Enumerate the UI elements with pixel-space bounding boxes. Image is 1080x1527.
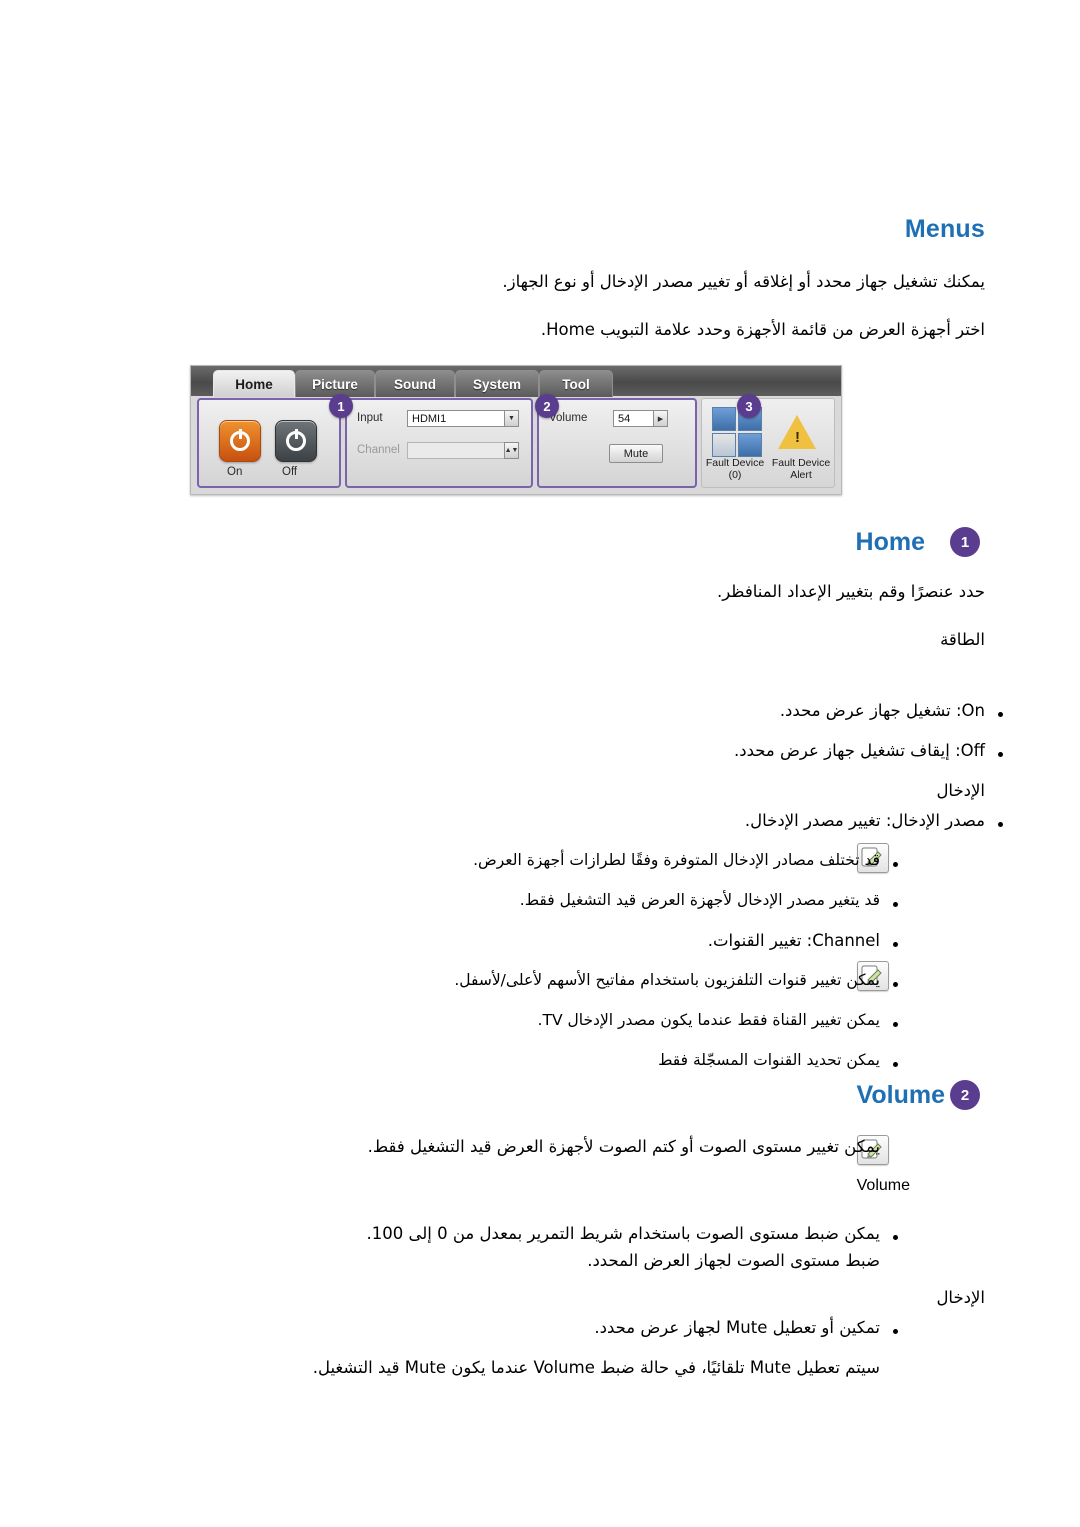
channel-field[interactable] (407, 442, 519, 459)
intro-line-1: يمكنك تشغيل جهاز محدد أو إغلاقه أو تغيير… (502, 272, 985, 291)
bullet-dot (893, 1235, 898, 1240)
document-page: Menus يمكنك تشغيل جهاز محدد أو إغلاقه أو… (0, 0, 1080, 1527)
osd-body: On Off 1 Input HDMI1 ▼ Channel ▲▼ Volume… (197, 394, 835, 488)
power-icon (230, 429, 250, 451)
home-channel-bullet-1: Channel: تغيير القنوات. (707, 931, 880, 950)
bullet-dot (893, 1329, 898, 1334)
intro-line-2: اختر أجهزة العرض من قائمة الأجهزة وحدد ع… (540, 320, 985, 339)
volume-bullet-1: يمكن ضبط مستوى الصوت باستخدام شريط التمر… (366, 1224, 880, 1243)
osd-badge-3: 3 (737, 394, 761, 418)
home-input-label: الإدخال (936, 781, 985, 800)
page-title-menus: Menus (904, 215, 985, 243)
volume-subheading: Volume (856, 1177, 910, 1194)
home-lead-text: حدد عنصرًا وقم بتغيير الإعداد المنافظر. (716, 582, 985, 601)
fault-device-caption-line2: (0) (728, 469, 742, 481)
osd-power-panel: On Off (197, 398, 341, 488)
section-badge-home: 1 (950, 527, 980, 557)
home-channel-bullet-2: يمكن تغيير قنوات التلفزيون باستخدام مفات… (454, 971, 880, 989)
bullet-dot (893, 862, 898, 867)
volume-mute-bullet-1: تمكين أو تعطيل Mute لجهاز عرض محدد. (594, 1318, 880, 1337)
osd-tab-picture[interactable]: Picture (295, 370, 375, 397)
osd-tab-tool[interactable]: Tool (539, 370, 613, 397)
chevron-down-icon[interactable]: ▼ (504, 410, 519, 427)
bullet-dot (998, 712, 1003, 717)
fault-alert-caption: Fault Device Alert (762, 457, 840, 481)
volume-bullet-2: ضبط مستوى الصوت لجهاز العرض المحدد. (587, 1251, 880, 1270)
power-on-button[interactable] (219, 420, 261, 462)
home-input-bullet-2: قد تختلف مصادر الإدخال المتوفرة وفقًا لط… (473, 851, 880, 869)
bullet-dot (893, 902, 898, 907)
section-badge-volume: 2 (950, 1080, 980, 1110)
bullet-dot (998, 822, 1003, 827)
osd-fault-panel: ! Fault Device (0) Fault Device Alert (701, 398, 835, 488)
bullet-dot (893, 1022, 898, 1027)
osd-badge-1: 1 (329, 394, 353, 418)
fault-tile-4 (738, 433, 762, 457)
power-off-label: Off (282, 466, 298, 478)
home-input-bullet-3: قد يتغير مصدر الإدخال لأجهزة العرض قيد ا… (519, 891, 880, 909)
volume-stepper-icon[interactable]: ▶ (653, 410, 668, 427)
fault-device-caption-line1: Fault Device (705, 457, 765, 469)
home-power-bullet-2: Off: إيقاف تشغيل جهاز عرض محدد. (734, 741, 985, 760)
osd-tab-system[interactable]: System (455, 370, 539, 397)
osd-volume-panel: Volume 54 ▶ Mute (537, 398, 697, 488)
bullet-dot (998, 752, 1003, 757)
power-off-button[interactable] (275, 420, 317, 462)
osd-screenshot: Home Picture Sound System Tool On Off 1 (190, 365, 842, 495)
fault-alert-caption-line1: Fault Device (771, 457, 831, 469)
section-title-home: Home (855, 528, 925, 556)
volume-input-label: الإدخال (936, 1288, 985, 1307)
osd-tab-bar: Home Picture Sound System Tool (191, 366, 841, 397)
section-title-volume: Volume (856, 1081, 945, 1109)
fault-alert-caption-line2: Alert (790, 469, 812, 481)
volume-mute-bullet-2: سيتم تعطيل Mute تلقائيًا، في حالة ضبط Vo… (312, 1358, 880, 1377)
home-power-label: الطاقة (940, 630, 985, 649)
fault-tile-1 (712, 407, 736, 431)
channel-label: Channel (357, 444, 400, 456)
input-select[interactable]: HDMI1 (407, 410, 519, 427)
mute-button[interactable]: Mute (609, 444, 663, 463)
warning-exclamation: ! (795, 429, 800, 446)
channel-stepper-icon[interactable]: ▲▼ (504, 442, 519, 459)
home-channel-bullet-4: يمكن تحديد القنوات المسجّلة فقط (658, 1051, 880, 1069)
osd-input-panel: Input HDMI1 ▼ Channel ▲▼ (345, 398, 533, 488)
bullet-dot (893, 982, 898, 987)
osd-tab-sound[interactable]: Sound (375, 370, 455, 397)
home-power-bullet-1: On: تشغيل جهاز عرض محدد. (779, 701, 985, 720)
home-input-bullet-1: مصدر الإدخال: تغيير مصدر الإدخال. (744, 811, 985, 830)
osd-badge-2: 2 (535, 394, 559, 418)
volume-lead-text: يمكن تغيير مستوى الصوت أو كتم الصوت لأجه… (367, 1137, 880, 1156)
power-on-label: On (227, 466, 243, 478)
home-channel-bullet-3: يمكن تغيير القناة فقط عندما يكون مصدر ال… (537, 1011, 880, 1029)
input-label: Input (357, 412, 383, 424)
bullet-dot (893, 942, 898, 947)
power-icon (286, 429, 306, 451)
bullet-dot (893, 1062, 898, 1067)
fault-tile-3 (712, 433, 736, 457)
osd-tab-home[interactable]: Home (213, 370, 295, 397)
